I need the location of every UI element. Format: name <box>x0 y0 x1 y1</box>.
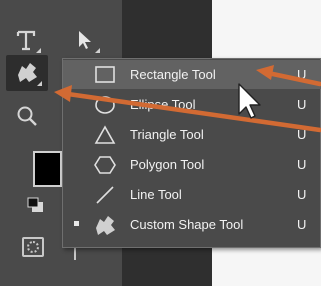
zoom-tool-button[interactable] <box>6 98 48 134</box>
custom-shape-tool-button[interactable] <box>6 55 48 91</box>
default-colors-icon[interactable] <box>27 197 45 213</box>
magnifier-icon <box>17 106 37 126</box>
menu-item-line-tool[interactable]: Line Tool U <box>63 180 321 209</box>
arrow-pointer-icon <box>79 31 91 49</box>
path-selection-tool-button[interactable] <box>64 22 106 58</box>
shortcut-key: U <box>297 67 307 82</box>
shortcut-key: U <box>297 97 307 112</box>
menu-item-label: Polygon Tool <box>130 157 205 172</box>
menu-item-label: Triangle Tool <box>130 127 204 142</box>
triangle-icon <box>94 125 116 144</box>
menu-item-label: Rectangle Tool <box>130 67 216 82</box>
menu-item-label: Ellipse Tool <box>130 97 196 112</box>
foreground-color-swatch[interactable] <box>33 151 62 187</box>
active-tool-marker <box>74 221 79 226</box>
menu-item-triangle-tool[interactable]: Triangle Tool U <box>63 120 321 149</box>
shape-tools-flyout-menu: Rectangle Tool U Ellipse Tool U Triangle… <box>62 58 321 248</box>
menu-item-polygon-tool[interactable]: Polygon Tool U <box>63 150 321 179</box>
type-icon <box>16 30 36 51</box>
menu-item-ellipse-tool[interactable]: Ellipse Tool U <box>63 90 321 119</box>
line-icon <box>96 186 114 204</box>
type-tool-button[interactable] <box>5 22 47 58</box>
menu-item-rectangle-tool[interactable]: Rectangle Tool U <box>63 60 321 89</box>
menu-item-label: Custom Shape Tool <box>130 217 244 232</box>
polygon-icon <box>94 156 116 174</box>
shortcut-key: U <box>297 157 307 172</box>
quick-mask-icon[interactable] <box>22 237 44 257</box>
tool-group-indicator <box>37 81 42 86</box>
tool-group-indicator <box>95 48 100 53</box>
menu-item-label: Line Tool <box>130 187 182 202</box>
ellipse-icon <box>95 96 115 114</box>
shortcut-key: U <box>297 187 307 202</box>
tool-group-indicator <box>36 48 41 53</box>
menu-item-custom-shape-tool[interactable]: Custom Shape Tool U <box>63 210 321 239</box>
shortcut-key: U <box>297 217 307 232</box>
custom-shape-icon <box>96 216 115 235</box>
shortcut-key: U <box>297 127 307 142</box>
rectangle-icon <box>95 66 115 83</box>
